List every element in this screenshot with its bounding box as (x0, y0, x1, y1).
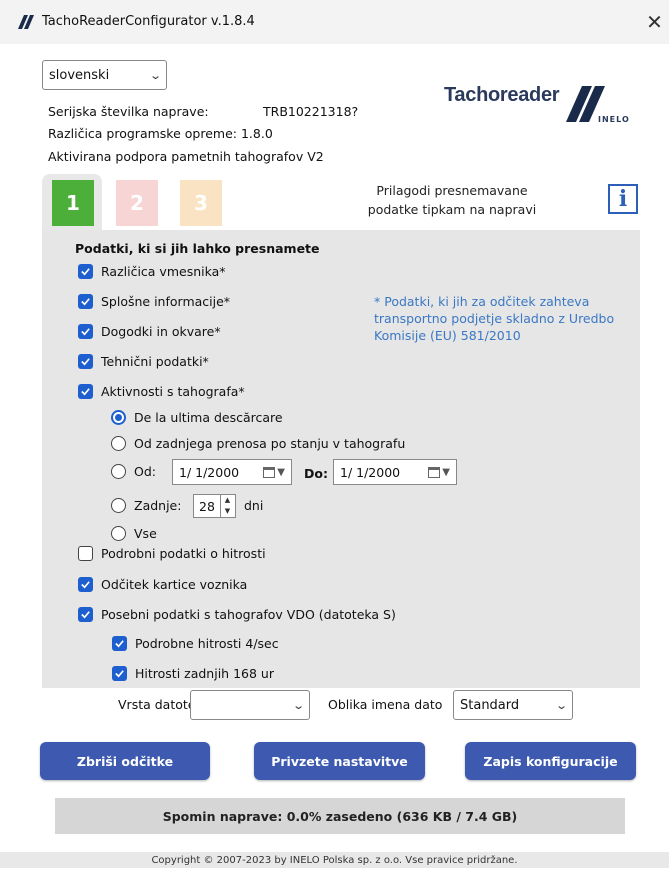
tab-3[interactable]: 3 (180, 180, 222, 226)
checkbox-label: Tehnični podatki* (101, 354, 209, 369)
firmware-line: Različica programske opreme: 1.8.0 (48, 126, 273, 141)
radio-unselected-icon (111, 526, 126, 541)
name-format-label: Oblika imena dato (328, 697, 443, 712)
checkbox-detailed-speed[interactable]: Podrobni podatki o hitrosti (78, 546, 266, 561)
radio-label: Od: (134, 464, 156, 479)
language-select-value: slovenski (49, 67, 110, 83)
checkbox-label: Podrobne hitrosti 4/sec (135, 636, 279, 651)
tab-hint-line-2: podatke tipkam na napravi (367, 202, 537, 217)
calendar-icon (263, 466, 276, 478)
checkbox-label: Različica vmesnika* (101, 264, 226, 279)
radio-selected-icon (111, 410, 126, 425)
firmware-label: Različica programske opreme: (48, 126, 237, 141)
checkbox-general-info[interactable]: Splošne informacije* (78, 294, 230, 309)
radio-last-days[interactable]: Zadnje: (111, 498, 181, 513)
close-button[interactable]: ✕ (640, 8, 669, 36)
checkbox-vdo-speed-4sec[interactable]: Podrobne hitrosti 4/sec (112, 636, 279, 651)
checkbox-driver-card[interactable]: Odčitek kartice voznika (78, 577, 247, 592)
checkbox-label: Splošne informacije* (101, 294, 231, 309)
radio-all[interactable]: Vse (111, 526, 157, 541)
checkbox-vdo-special[interactable]: Posebni podatki s tahografov VDO (datote… (78, 607, 396, 622)
to-date-picker[interactable]: 1/ 1/2000 ▼ (333, 459, 457, 485)
chevron-down-icon: ⌄ (148, 68, 162, 82)
app-logo-icon (18, 15, 34, 29)
calendar-dropdown: ▼ (263, 466, 285, 478)
default-settings-button[interactable]: Privzete nastavitve (254, 742, 425, 780)
checkbox-label: Odčitek kartice voznika (101, 577, 248, 592)
radio-unselected-icon (111, 498, 126, 513)
to-date-value: 1/ 1/2000 (340, 464, 401, 480)
checkbox-checked-icon (78, 354, 93, 369)
radio-label: Vse (134, 526, 157, 541)
radio-from-last-transfer[interactable]: Od zadnjega prenosa po stanju v tahograf… (111, 436, 405, 451)
memory-status-bar: Spomin naprave: 0.0% zasedeno (636 KB / … (55, 798, 625, 834)
tab-2[interactable]: 2 (116, 180, 158, 226)
checkbox-vdo-speed-168h[interactable]: Hitrosti zadnjih 168 ur (112, 666, 274, 681)
radio-since-last-download[interactable]: De la ultima descărcare (111, 410, 283, 425)
checkbox-checked-icon (78, 324, 93, 339)
calendar-dropdown: ▼ (428, 466, 450, 478)
language-select[interactable]: slovenski ⌄ (42, 60, 167, 90)
radio-unselected-icon (111, 464, 126, 479)
checkbox-label: Dogodki in okvare* (101, 324, 221, 339)
from-date-value: 1/ 1/2000 (179, 464, 240, 480)
checkbox-checked-icon (78, 384, 93, 399)
days-unit-label: dni (244, 498, 264, 513)
radio-date-range[interactable]: Od: (111, 464, 156, 479)
file-type-select[interactable]: ⌄ (190, 690, 310, 720)
checkbox-label: Hitrosti zadnjih 168 ur (135, 666, 274, 681)
section-heading: Podatki, ki si jih lahko presnamete (75, 241, 320, 256)
checkbox-checked-icon (78, 577, 93, 592)
to-label: Do: (304, 466, 328, 481)
checkbox-tachograph-activities[interactable]: Aktivnosti s tahografa* (78, 384, 245, 399)
checkbox-unchecked-icon (78, 546, 93, 561)
serial-line: Serijska številka naprave: TRB10221318? (48, 104, 358, 119)
delete-readings-button[interactable]: Zbriši odčitke (40, 742, 210, 780)
close-icon: ✕ (646, 10, 663, 34)
smart-support-line: Aktivirana podpora pametnih tahografov V… (48, 149, 324, 164)
logo-wordmark: Tachoreader (444, 84, 560, 106)
radio-unselected-icon (111, 436, 126, 451)
checkbox-checked-icon (78, 264, 93, 279)
checkbox-checked-icon (78, 607, 93, 622)
tab-hint-line-1: Prilagodi presnemavane (376, 183, 528, 198)
chevron-down-icon: ⌄ (291, 698, 305, 712)
radio-label: Zadnje: (134, 498, 182, 513)
calendar-icon (428, 466, 441, 478)
name-format-select[interactable]: Standard ⌄ (453, 690, 573, 720)
checkbox-checked-icon (112, 636, 127, 651)
checkbox-label: Aktivnosti s tahografa* (101, 384, 245, 399)
name-format-value: Standard (460, 697, 520, 713)
serial-label: Serijska številka naprave: (48, 104, 209, 119)
logo-subtext: INELO (598, 115, 630, 124)
tab-hint: Prilagodi presnemavane podatke tipkam na… (332, 181, 572, 219)
checkbox-events-faults[interactable]: Dogodki in okvare* (78, 324, 221, 339)
checkbox-technical-data[interactable]: Tehnični podatki* (78, 354, 209, 369)
stepper-arrows-icon[interactable]: ▲ ▼ (220, 495, 234, 517)
radio-label: Od zadnjega prenosa po stanju v tahograf… (134, 436, 406, 451)
window-title: TachoReaderConfigurator v.1.8.4 (42, 14, 255, 29)
checkbox-checked-icon (78, 294, 93, 309)
write-config-button[interactable]: Zapis konfiguracije (465, 742, 636, 780)
checkbox-label: Posebni podatki s tahografov VDO (datote… (101, 607, 396, 622)
info-button[interactable]: i (608, 184, 638, 214)
serial-value: TRB10221318? (263, 104, 359, 119)
from-date-picker[interactable]: 1/ 1/2000 ▼ (172, 459, 292, 485)
checkbox-checked-icon (112, 666, 127, 681)
firmware-value: 1.8.0 (240, 126, 273, 141)
required-data-note: * Podatki, ki jih za odčitek zahteva tra… (374, 294, 615, 343)
copyright-footer: Copyright © 2007-2023 by INELO Polska sp… (0, 852, 669, 868)
radio-label: De la ultima descărcare (134, 410, 283, 425)
last-days-stepper[interactable]: 28 ▲ ▼ (193, 494, 236, 518)
tab-1[interactable]: 1 (52, 180, 94, 226)
checkbox-interface-version[interactable]: Različica vmesnika* (78, 264, 226, 279)
info-icon: i (618, 186, 628, 212)
chevron-down-icon: ⌄ (554, 698, 568, 712)
checkbox-label: Podrobni podatki o hitrosti (101, 546, 266, 561)
last-days-value: 28 (199, 498, 215, 514)
